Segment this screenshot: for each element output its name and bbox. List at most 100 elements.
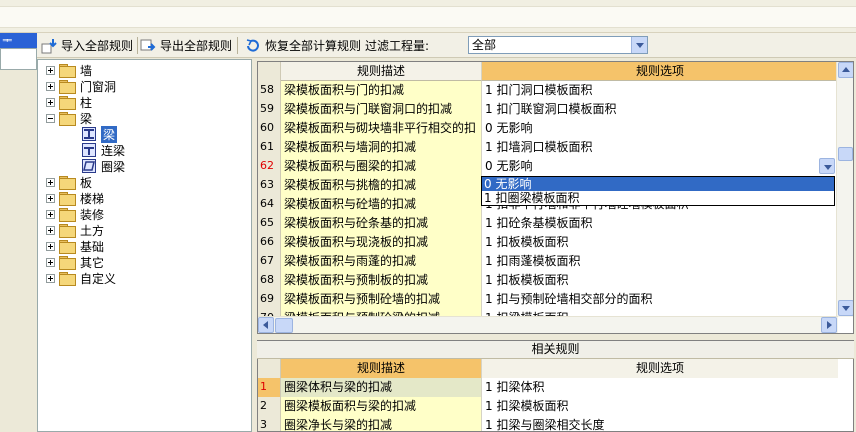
table-row[interactable]: 58 梁模板面积与门的扣减 1 扣门洞口模板面积 bbox=[258, 81, 838, 100]
column-header-desc[interactable]: 规则描述 bbox=[281, 359, 482, 378]
column-header-opt[interactable]: 规则选项 bbox=[482, 359, 838, 378]
rule-option[interactable]: 0 无影响 bbox=[482, 119, 838, 138]
rule-option[interactable]: 1 扣板模板面积 bbox=[482, 233, 838, 252]
rule-option[interactable]: 1 扣梁与圈梁相交长度 bbox=[482, 416, 838, 431]
scroll-thumb-horizontal[interactable] bbox=[275, 318, 293, 333]
expand-icon[interactable] bbox=[46, 97, 55, 107]
scroll-thumb-vertical[interactable] bbox=[838, 147, 853, 161]
scroll-down-icon[interactable] bbox=[838, 300, 853, 316]
rule-desc: 圈梁模板面积与梁的扣减 bbox=[281, 397, 482, 416]
scroll-left-icon[interactable] bbox=[258, 317, 274, 333]
row-number: 62 bbox=[258, 157, 281, 176]
table-row[interactable]: 68 梁模板面积与预制板的扣减 1 扣板模板面积 bbox=[258, 271, 838, 290]
table-row[interactable]: 60 梁模板面积与砌块墙非平行相交的扣 0 无影响 bbox=[258, 119, 838, 138]
rule-option-dropdown: 0 无影响 1 扣圈梁模板面积 bbox=[481, 176, 835, 206]
folder-icon bbox=[59, 80, 76, 94]
splitter[interactable] bbox=[252, 59, 256, 432]
tree-node-column[interactable]: 柱 bbox=[46, 94, 92, 110]
vertical-scrollbar[interactable] bbox=[836, 62, 853, 317]
expand-icon[interactable] bbox=[46, 65, 55, 75]
rule-desc: 梁模板面积与砌块墙非平行相交的扣 bbox=[281, 119, 482, 138]
dropdown-option-selected[interactable]: 0 无影响 bbox=[482, 177, 834, 191]
folder-icon bbox=[59, 224, 76, 238]
expand-icon[interactable] bbox=[46, 241, 55, 251]
expand-icon[interactable] bbox=[46, 225, 55, 235]
tree-node-custom[interactable]: 自定义 bbox=[46, 270, 116, 286]
rule-desc: 梁模板面积与现浇板的扣减 bbox=[281, 233, 482, 252]
folder-icon bbox=[59, 192, 76, 206]
tree-leaf-coupling-beam[interactable]: 连梁 bbox=[82, 142, 125, 158]
pin-icon: ᆍ bbox=[2, 34, 13, 47]
tree-node-slab[interactable]: 板 bbox=[46, 174, 92, 190]
rule-option[interactable]: 1 扣梁体积 bbox=[482, 378, 838, 397]
table-row-active[interactable]: 1 圈梁体积与梁的扣减 1 扣梁体积 bbox=[258, 378, 838, 397]
table-row[interactable]: 2 圈梁模板面积与梁的扣减 1 扣梁模板面积 bbox=[258, 397, 838, 416]
row-number: 65 bbox=[258, 214, 281, 233]
tree-leaf-beam[interactable]: 梁 bbox=[82, 125, 118, 143]
expand-icon[interactable] bbox=[46, 81, 55, 91]
chevron-down-icon[interactable] bbox=[819, 158, 835, 174]
rule-option[interactable]: 1 扣梁模板面积 bbox=[482, 397, 838, 416]
open-folder-icon bbox=[59, 112, 76, 126]
tree-leaf-ring-beam[interactable]: 圈梁 bbox=[82, 158, 125, 174]
category-tree: 墙 门窗洞 柱 梁 梁 连梁 圈梁 板 楼梯 装修 土方 基础 其它 自定义 bbox=[37, 59, 252, 432]
row-number: 67 bbox=[258, 252, 281, 271]
expand-icon[interactable] bbox=[46, 209, 55, 219]
dropdown-option[interactable]: 1 扣圈梁模板面积 bbox=[482, 191, 834, 205]
rule-option[interactable]: 1 扣砼条基模板面积 bbox=[482, 214, 838, 233]
folder-icon bbox=[59, 96, 76, 110]
expand-icon[interactable] bbox=[46, 273, 55, 283]
expand-icon[interactable] bbox=[46, 193, 55, 203]
folder-icon bbox=[59, 256, 76, 270]
column-header-opt[interactable]: 规则选项 bbox=[482, 62, 838, 81]
table-row[interactable]: 3 圈梁净长与梁的扣减 1 扣梁与圈梁相交长度 bbox=[258, 416, 838, 431]
table-row[interactable]: 65 梁模板面积与砼条基的扣减 1 扣砼条基模板面积 bbox=[258, 214, 838, 233]
rule-option[interactable]: 1 扣墙洞口模板面积 bbox=[482, 138, 838, 157]
rule-desc: 梁模板面积与砼条基的扣减 bbox=[281, 214, 482, 233]
tree-node-decoration[interactable]: 装修 bbox=[46, 206, 104, 222]
horizontal-scrollbar[interactable] bbox=[258, 316, 838, 333]
table-row[interactable]: 66 梁模板面积与现浇板的扣减 1 扣板模板面积 bbox=[258, 233, 838, 252]
table-row-active[interactable]: 62 梁模板面积与圈梁的扣减 0 无影响 bbox=[258, 157, 838, 176]
rule-option-combo[interactable]: 0 无影响 bbox=[482, 157, 838, 176]
tree-node-label: 其它 bbox=[80, 255, 105, 270]
rule-desc: 梁模板面积与门联窗洞口的扣减 bbox=[281, 100, 482, 119]
filter-value: 全部 bbox=[472, 38, 497, 52]
rule-option[interactable]: 1 扣门联窗洞口模板面积 bbox=[482, 100, 838, 119]
row-number: 59 bbox=[258, 100, 281, 119]
table-row[interactable]: 61 梁模板面积与墙洞的扣减 1 扣墙洞口模板面积 bbox=[258, 138, 838, 157]
column-header-desc[interactable]: 规则描述 bbox=[281, 62, 482, 81]
tree-node-wall[interactable]: 墙 bbox=[46, 62, 92, 78]
coupling-beam-icon bbox=[82, 143, 96, 157]
expand-icon[interactable] bbox=[46, 257, 55, 267]
rule-option[interactable]: 1 扣板模板面积 bbox=[482, 271, 838, 290]
tree-node-beam[interactable]: 梁 bbox=[46, 110, 92, 126]
table-row[interactable]: 69 梁模板面积与预制砼墙的扣减 1 扣与预制砼墙相交部分的面积 bbox=[258, 290, 838, 309]
tree-node-foundation[interactable]: 基础 bbox=[46, 238, 104, 254]
pin-tab[interactable]: ᆍ bbox=[0, 33, 37, 48]
scroll-right-icon[interactable] bbox=[821, 317, 837, 333]
tree-node-label: 装修 bbox=[80, 207, 105, 222]
table-row[interactable]: 67 梁模板面积与雨蓬的扣减 1 扣雨蓬模板面积 bbox=[258, 252, 838, 271]
expand-icon[interactable] bbox=[46, 177, 55, 187]
rule-option[interactable]: 1 扣雨蓬模板面积 bbox=[482, 252, 838, 271]
restore-all-rules-button[interactable]: 恢复全部计算规则 bbox=[245, 36, 361, 55]
tree-node-stairs[interactable]: 楼梯 bbox=[46, 190, 104, 206]
tree-node-door-window[interactable]: 门窗洞 bbox=[46, 78, 116, 94]
chevron-down-icon[interactable] bbox=[631, 37, 647, 53]
tree-node-earthwork[interactable]: 土方 bbox=[46, 222, 104, 238]
tree-node-other[interactable]: 其它 bbox=[46, 254, 104, 270]
ring-beam-icon bbox=[82, 159, 96, 173]
export-all-rules-button[interactable]: 导出全部规则 bbox=[140, 36, 232, 55]
filter-select[interactable]: 全部 bbox=[468, 36, 648, 54]
folder-icon bbox=[59, 272, 76, 286]
import-all-rules-button[interactable]: 导入全部规则 bbox=[41, 36, 133, 55]
filter-label-wrap: 过滤工程量: bbox=[365, 36, 429, 55]
collapse-icon[interactable] bbox=[46, 113, 55, 123]
rule-option[interactable]: 1 扣门洞口模板面积 bbox=[482, 81, 838, 100]
restore-all-rules-label: 恢复全部计算规则 bbox=[265, 39, 362, 53]
table-row[interactable]: 59 梁模板面积与门联窗洞口的扣减 1 扣门联窗洞口模板面积 bbox=[258, 100, 838, 119]
rule-option[interactable]: 1 扣与预制砼墙相交部分的面积 bbox=[482, 290, 838, 309]
scroll-up-icon[interactable] bbox=[838, 62, 853, 78]
row-header-corner bbox=[258, 62, 281, 81]
